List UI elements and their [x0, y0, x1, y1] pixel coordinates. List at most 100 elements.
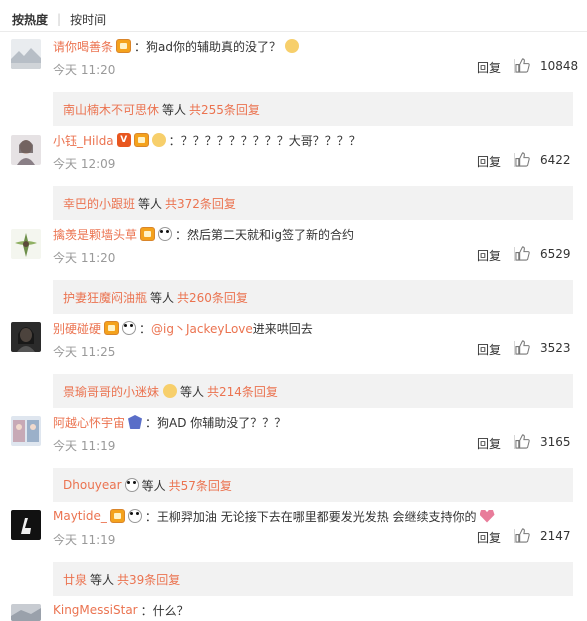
avatar[interactable]: [11, 135, 41, 165]
sort-by-time-tab[interactable]: 按时间: [70, 11, 106, 28]
thumbs-up-icon[interactable]: [515, 152, 530, 167]
username-link[interactable]: 小钰_Hilda: [53, 132, 114, 149]
avatar[interactable]: [11, 604, 41, 621]
comment-text: 然后第二天就和ig签了新的合约: [187, 227, 354, 242]
username-link[interactable]: Maytide_: [53, 509, 107, 523]
comment-text: 进来哄回去: [252, 321, 313, 336]
username-link[interactable]: 请你喝善条: [53, 38, 113, 55]
star-emoji-icon: [163, 384, 178, 398]
timestamp: 今天 11:20: [53, 251, 116, 265]
sub-reply-names[interactable]: 南山楠木不可思休: [63, 101, 159, 118]
sort-by-hot-tab[interactable]: 按热度: [12, 11, 48, 28]
reply-button[interactable]: 回复: [477, 59, 501, 76]
sub-reply-count[interactable]: 共39条回复: [117, 571, 180, 588]
comment-separator: ：: [144, 509, 157, 524]
username-link[interactable]: 别硬碰硬: [53, 320, 101, 337]
sub-replies-box[interactable]: 廿泉 等人 共39条回复: [53, 562, 573, 596]
sub-replies-box[interactable]: 南山楠木不可思休 等人 共255条回复: [53, 92, 573, 126]
comment-separator: ：: [140, 603, 153, 618]
panda-icon: [127, 509, 142, 523]
like-count: 3523: [540, 341, 571, 355]
like-count: 2147: [540, 529, 571, 543]
shield-badge-icon: [128, 415, 143, 429]
sub-reply-count[interactable]: 共57条回复: [169, 477, 232, 494]
comment-separator: ：: [134, 39, 147, 54]
comment-text: 狗ad你的辅助真的没了？: [146, 39, 282, 54]
timestamp: 今天 11:19: [53, 533, 116, 547]
top-divider: [0, 31, 587, 32]
comment-line: 阿越心怀宇宙 ： 狗AD 你辅助没了？？？: [53, 413, 286, 431]
reply-button[interactable]: 回复: [477, 529, 501, 546]
sub-reply-and-others: 等人: [90, 572, 115, 587]
avatar[interactable]: [11, 229, 41, 259]
comment-separator: ：: [139, 321, 152, 336]
sub-replies-box[interactable]: Dhouyear 等人 共57条回复: [53, 468, 573, 502]
sub-reply-and-others: 等人: [138, 196, 163, 211]
username-link[interactable]: 擒羡是颗墙头草: [53, 226, 137, 243]
sub-reply-and-others: 等人: [150, 290, 175, 305]
sort-bar: 按热度 | 按时间: [12, 8, 106, 30]
panda-icon: [122, 321, 137, 335]
v-verified-icon: V: [116, 133, 131, 147]
thumbs-up-icon[interactable]: [515, 528, 530, 543]
comment-line: 小钰_Hilda V ： ？？？？？？？？？大哥？？？？: [53, 131, 361, 149]
comment-text: 王柳羿加油 无论接下去在哪里都要发光发热 会继续支持你的: [156, 509, 477, 524]
sub-reply-names[interactable]: Dhouyear: [63, 478, 122, 492]
like-count: 3165: [540, 435, 571, 449]
comment-line: 擒羡是颗墙头草 ： 然后第二天就和ig签了新的合约: [53, 225, 354, 243]
sub-replies-box[interactable]: 景瑜哥哥的小迷妹 等人 共214条回复: [53, 374, 573, 408]
vip-icon: [109, 509, 125, 523]
comment-text: ？？？？？？？？？大哥？？？？: [180, 133, 361, 148]
reply-button[interactable]: 回复: [477, 247, 501, 264]
reply-button[interactable]: 回复: [477, 153, 501, 170]
vip-icon: [116, 39, 132, 53]
reply-button[interactable]: 回复: [477, 341, 501, 358]
avatar[interactable]: [11, 322, 41, 352]
comment-separator: ：: [175, 227, 188, 242]
comment-text: 什么？: [152, 603, 189, 618]
mention-link[interactable]: @ig丶JackeyLove: [151, 320, 253, 337]
comment-text: 狗AD 你辅助没了？？？: [157, 415, 287, 430]
thumbs-up-icon[interactable]: [515, 340, 530, 355]
username-link[interactable]: 阿越心怀宇宙: [53, 414, 125, 431]
sub-reply-and-others: 等人: [180, 384, 205, 399]
comment-separator: ：: [168, 133, 181, 148]
sub-reply-names[interactable]: 护妻狂魔闷油瓶: [63, 289, 147, 306]
avatar[interactable]: [11, 510, 41, 540]
timestamp: 今天 11:25: [53, 345, 116, 359]
crying-emoji-icon: [285, 39, 300, 53]
timestamp: 今天 12:09: [53, 157, 116, 171]
username-link[interactable]: KingMessiStar: [53, 603, 138, 617]
panda-icon: [158, 227, 173, 241]
avatar[interactable]: [11, 39, 41, 69]
sub-reply-and-others: 等人: [162, 102, 187, 117]
sort-separator: |: [57, 12, 62, 26]
vip-icon: [133, 133, 149, 147]
heart-icon: [479, 509, 495, 523]
thumbs-up-icon[interactable]: [515, 434, 530, 449]
sub-reply-count[interactable]: 共255条回复: [189, 101, 260, 118]
thumbs-up-icon[interactable]: [515, 58, 530, 73]
comment-separator: ：: [145, 415, 158, 430]
like-count: 10848: [540, 59, 579, 73]
comment-line: KingMessiStar ： 什么？: [53, 601, 189, 619]
sub-reply-count[interactable]: 共214条回复: [207, 383, 278, 400]
comment-line: Maytide_ ： 王柳羿加油 无论接下去在哪里都要发光发热 会继续支持你的: [53, 507, 495, 525]
reply-button[interactable]: 回复: [477, 435, 501, 452]
sub-replies-box[interactable]: 护妻狂魔闷油瓶 等人 共260条回复: [53, 280, 573, 314]
sub-reply-names[interactable]: 幸巴的小跟班: [63, 195, 135, 212]
panda-emoji-icon: [124, 478, 139, 492]
vip-icon: [104, 321, 120, 335]
timestamp: 今天 11:20: [53, 63, 116, 77]
like-count: 6529: [540, 247, 571, 261]
sub-reply-names[interactable]: 景瑜哥哥的小迷妹: [63, 383, 159, 400]
sub-reply-count[interactable]: 共372条回复: [165, 195, 236, 212]
sub-reply-count[interactable]: 共260条回复: [177, 289, 248, 306]
sub-replies-box[interactable]: 幸巴的小跟班 等人 共372条回复: [53, 186, 573, 220]
thumbs-up-icon[interactable]: [515, 246, 530, 261]
sub-reply-and-others: 等人: [141, 478, 166, 493]
sub-reply-names[interactable]: 廿泉: [63, 571, 87, 588]
vip-icon: [140, 227, 156, 241]
avatar[interactable]: [11, 416, 41, 446]
timestamp: 今天 11:19: [53, 439, 116, 453]
